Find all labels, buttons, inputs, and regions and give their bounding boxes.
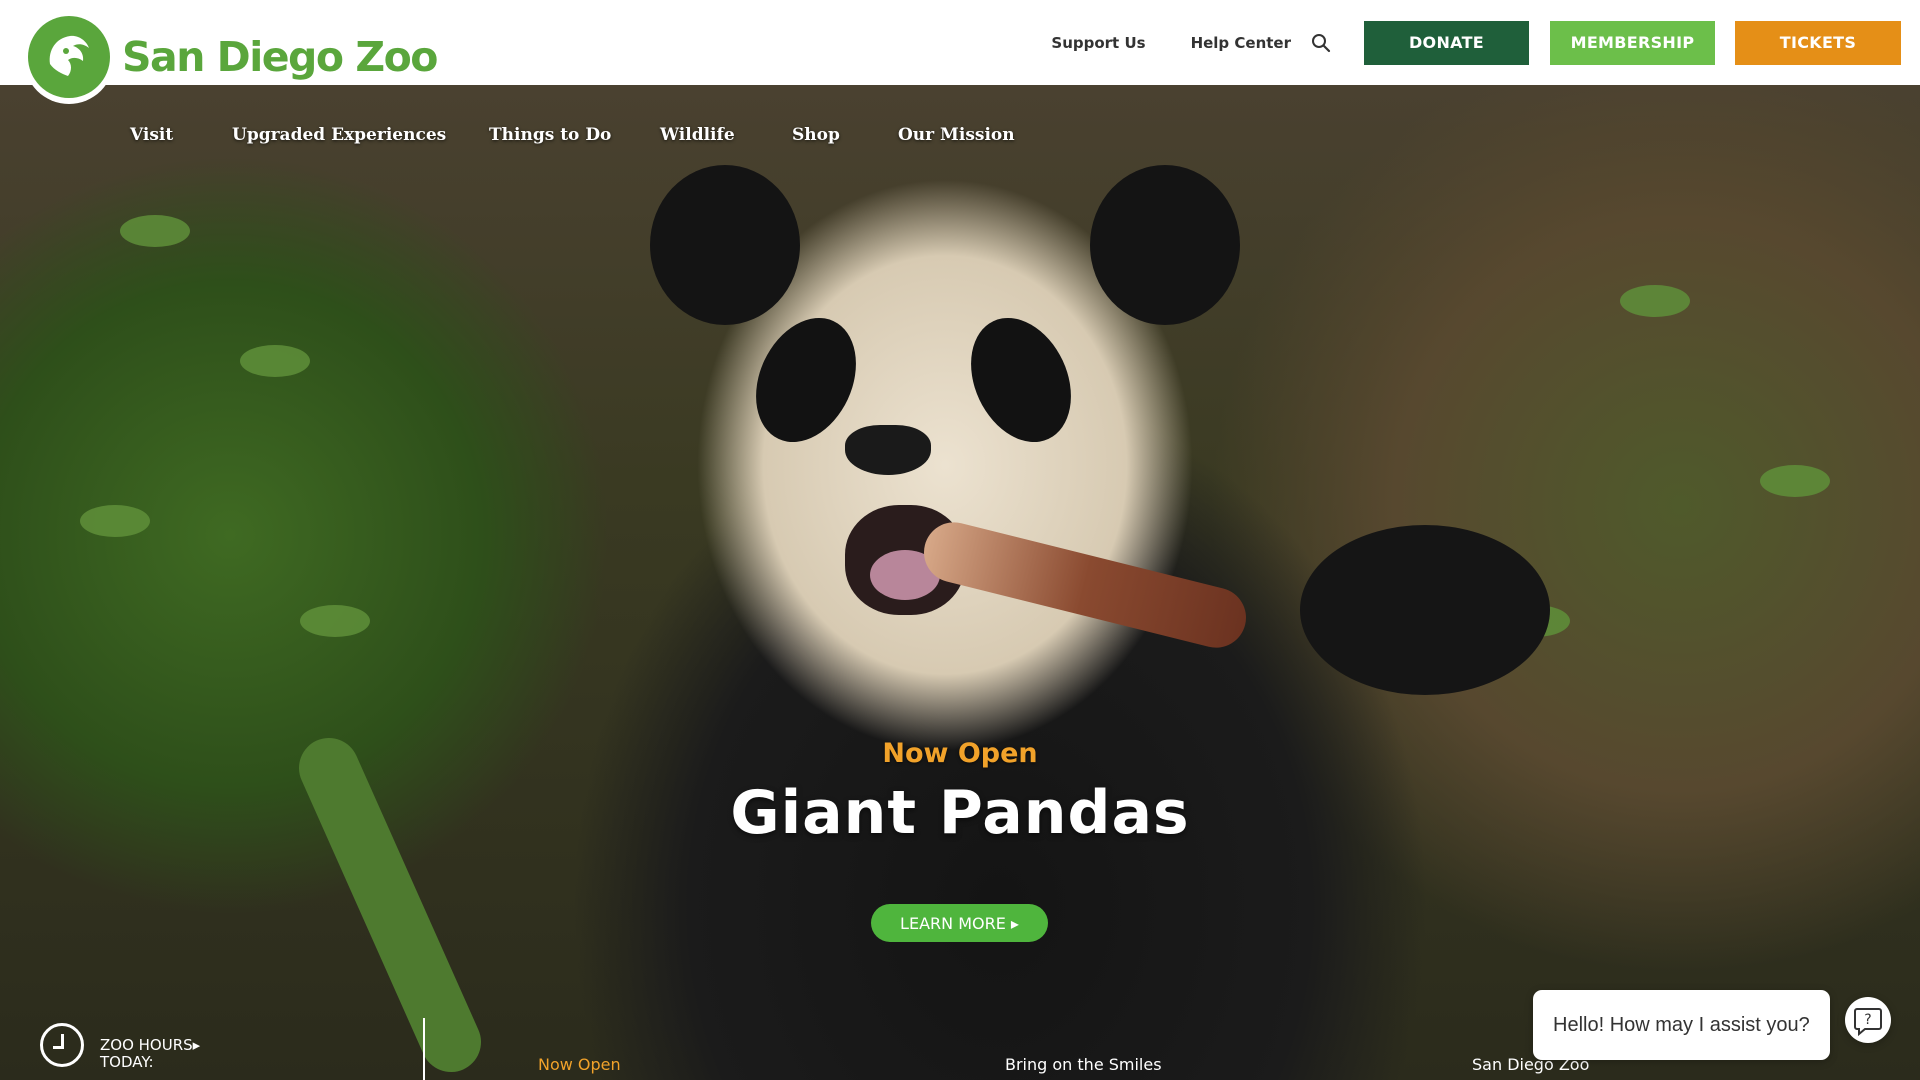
donate-button[interactable]: DONATE bbox=[1364, 20, 1529, 65]
panda-eye-right bbox=[951, 301, 1091, 459]
strip-item-bring-on-the-smiles[interactable]: Bring on the Smiles bbox=[1005, 1055, 1162, 1074]
tickets-button[interactable]: TICKETS bbox=[1735, 20, 1901, 65]
nav-item-visit[interactable]: Visit bbox=[130, 125, 173, 145]
search-icon[interactable] bbox=[1309, 31, 1333, 55]
leaf bbox=[120, 215, 190, 247]
chat-greeting-bubble[interactable]: Hello! How may I assist you? bbox=[1533, 990, 1830, 1060]
panda-ear-left bbox=[650, 165, 800, 325]
strip-item-now-open[interactable]: Now Open bbox=[538, 1055, 621, 1074]
nav-item-upgraded-experiences[interactable]: Upgraded Experiences bbox=[232, 125, 446, 145]
site-logo[interactable]: San Diego Zoo bbox=[24, 14, 438, 104]
zoo-hours-today: TODAY: bbox=[100, 1053, 154, 1071]
leaf bbox=[300, 605, 370, 637]
leaf bbox=[240, 345, 310, 377]
nav-item-shop[interactable]: Shop bbox=[792, 125, 840, 145]
lion-logo-icon bbox=[28, 16, 110, 98]
utility-nav: Support Us Help Center DONATE MEMBERSHIP… bbox=[1051, 0, 1920, 85]
nav-item-things-to-do[interactable]: Things to Do bbox=[489, 125, 611, 145]
divider bbox=[423, 1018, 425, 1080]
panda-ear-right bbox=[1090, 165, 1240, 325]
learn-more-button[interactable]: LEARN MORE ▸ bbox=[871, 904, 1048, 942]
help-center-link[interactable]: Help Center bbox=[1191, 34, 1291, 52]
logo-text: San Diego Zoo bbox=[122, 33, 438, 81]
question-icon[interactable]: ? bbox=[1845, 997, 1891, 1043]
chat-message: Hello! How may I assist you? bbox=[1553, 1013, 1810, 1036]
bamboo-shoot bbox=[917, 515, 1253, 655]
panda-paw bbox=[1300, 525, 1550, 695]
nav-item-our-mission[interactable]: Our Mission bbox=[898, 125, 1015, 145]
leaf bbox=[80, 505, 150, 537]
clock-icon bbox=[40, 1023, 84, 1067]
support-us-link[interactable]: Support Us bbox=[1051, 34, 1145, 52]
main-nav: Visit Upgraded Experiences Things to Do … bbox=[0, 125, 1920, 165]
leaf bbox=[1760, 465, 1830, 497]
hero-eyebrow: Now Open bbox=[882, 738, 1038, 769]
membership-button[interactable]: MEMBERSHIP bbox=[1550, 20, 1715, 65]
zoo-hours-toggle[interactable]: ZOO HOURS▸ bbox=[100, 1036, 200, 1054]
nav-item-wildlife[interactable]: Wildlife bbox=[660, 125, 735, 145]
hero-title: Giant Pandas bbox=[730, 778, 1190, 848]
svg-text:?: ? bbox=[1864, 1012, 1871, 1028]
leaf bbox=[1620, 285, 1690, 317]
panda-nose bbox=[845, 425, 931, 475]
